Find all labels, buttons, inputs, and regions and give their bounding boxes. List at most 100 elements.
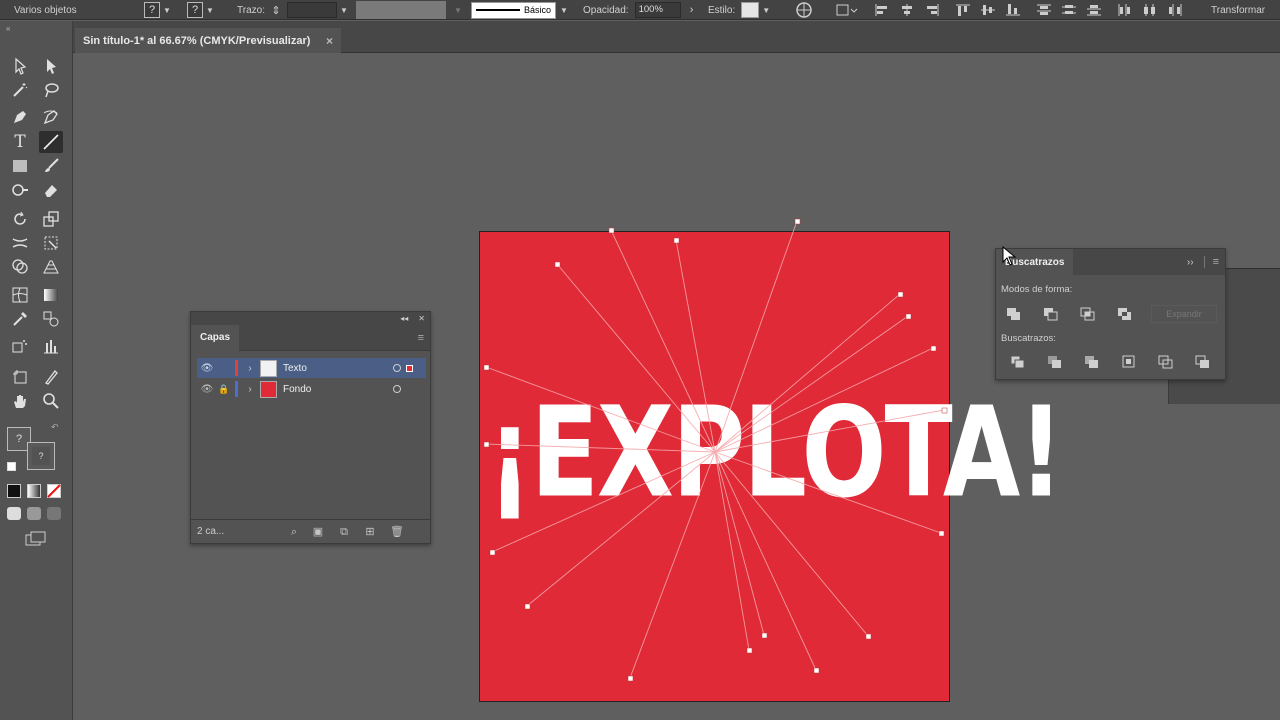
magic-wand-tool[interactable]: [8, 79, 32, 101]
variable-width-field[interactable]: ▼: [356, 0, 462, 20]
new-layer-icon[interactable]: ⊞: [364, 526, 376, 538]
distribute-top-icon[interactable]: [1036, 3, 1052, 17]
gradient-tool[interactable]: [39, 284, 63, 306]
draw-inside-icon[interactable]: [47, 507, 61, 520]
expand-button[interactable]: Expandir: [1151, 305, 1217, 323]
unite-icon[interactable]: [1006, 307, 1022, 321]
crop-icon[interactable]: [1121, 355, 1137, 369]
document-setup-icon[interactable]: [836, 0, 858, 20]
tab-capas[interactable]: Capas: [191, 324, 240, 351]
perspective-grid-tool[interactable]: [39, 256, 63, 278]
selection-tool[interactable]: [8, 55, 32, 77]
align-bottom-icon[interactable]: [1005, 3, 1021, 17]
document-tab[interactable]: Sin título-1* al 66.67% (CMYK/Previsuali…: [75, 28, 341, 53]
visibility-eye-icon[interactable]: 👁: [197, 363, 217, 374]
visibility-eye-icon[interactable]: 👁: [197, 384, 217, 395]
screen-mode-icon[interactable]: [25, 531, 47, 547]
direct-selection-tool[interactable]: [39, 55, 63, 77]
symbol-sprayer-tool[interactable]: [8, 335, 32, 357]
default-fill-stroke-icon[interactable]: [7, 462, 16, 471]
shape-builder-tool[interactable]: [8, 256, 32, 278]
rectangle-tool[interactable]: [8, 155, 32, 177]
collapse-panel-icon[interactable]: ››: [1187, 257, 1194, 268]
close-icon[interactable]: ×: [326, 34, 333, 48]
lasso-tool[interactable]: [39, 79, 63, 101]
free-transform-tool[interactable]: [39, 232, 63, 254]
layer-name[interactable]: Texto: [283, 363, 307, 374]
eyedropper-tool[interactable]: [8, 308, 32, 330]
mesh-tool[interactable]: [8, 284, 32, 306]
align-left-icon[interactable]: [874, 3, 890, 17]
gradient-icon[interactable]: [27, 484, 41, 498]
panel-menu-icon[interactable]: ≡: [1213, 256, 1219, 268]
layer-row-fondo[interactable]: 👁 🔒 › Fondo: [197, 379, 426, 399]
selection-indicator[interactable]: [406, 364, 413, 372]
fill-stroke-widget[interactable]: ? ? ↶: [7, 422, 59, 477]
chevron-right-icon[interactable]: ›: [242, 363, 258, 374]
width-tool[interactable]: [8, 232, 32, 254]
panel-menu-icon[interactable]: ≡: [418, 332, 424, 344]
stroke-indicator[interactable]: ?: [27, 442, 55, 470]
layer-name[interactable]: Fondo: [283, 384, 311, 395]
transform-link[interactable]: Transformar: [1211, 0, 1265, 20]
outline-icon[interactable]: [1158, 355, 1174, 369]
explota-headline[interactable]: ¡EXPLOTA!: [487, 383, 1064, 522]
collapse-toolbar-icon[interactable]: «: [6, 24, 10, 33]
draw-behind-icon[interactable]: [27, 507, 41, 520]
distribute-bottom-icon[interactable]: [1086, 3, 1102, 17]
eraser-tool[interactable]: [39, 179, 63, 201]
trim-icon[interactable]: [1047, 355, 1063, 369]
layers-panel-titlebar[interactable]: ◂◂ ✕: [191, 312, 430, 325]
slice-tool[interactable]: [39, 366, 63, 388]
intersect-icon[interactable]: [1080, 307, 1096, 321]
distribute-center-icon[interactable]: [1061, 3, 1077, 17]
new-sublayer-icon[interactable]: ⧉: [338, 526, 350, 538]
none-icon[interactable]: [47, 484, 61, 498]
align-top-icon[interactable]: [955, 3, 971, 17]
minus-back-icon[interactable]: [1195, 355, 1211, 369]
chevron-down-icon[interactable]: ▼: [762, 6, 770, 15]
search-icon[interactable]: ⌕: [288, 526, 300, 538]
align-center-v-icon[interactable]: [980, 3, 996, 17]
opacity-field[interactable]: 100%: [634, 2, 681, 18]
target-circle-icon[interactable]: [393, 364, 401, 372]
type-tool[interactable]: T: [8, 131, 32, 153]
stroke-swatch[interactable]: ? ▼: [187, 0, 214, 20]
collapse-icon[interactable]: ◂◂: [400, 314, 408, 323]
stepper-icon[interactable]: ⇕: [269, 4, 283, 17]
style-swatch[interactable]: [741, 2, 760, 18]
color-icon[interactable]: [7, 484, 21, 498]
hand-tool[interactable]: [8, 390, 32, 412]
align-center-h-icon[interactable]: [899, 3, 915, 17]
line-segment-tool[interactable]: [39, 131, 63, 153]
scale-tool[interactable]: [39, 208, 63, 230]
chevron-right-icon[interactable]: ›: [242, 384, 258, 395]
blend-tool[interactable]: [39, 308, 63, 330]
chevron-right-icon[interactable]: ›: [685, 4, 699, 16]
merge-icon[interactable]: [1084, 355, 1100, 369]
lock-icon[interactable]: 🔒: [217, 384, 231, 395]
align-right-icon[interactable]: [924, 3, 940, 17]
layer-row-texto[interactable]: 👁 › Texto: [197, 358, 426, 378]
draw-normal-icon[interactable]: [7, 507, 21, 520]
fill-swatch[interactable]: ? ▼: [144, 0, 171, 20]
paintbrush-tool[interactable]: [39, 155, 63, 177]
pen-tool[interactable]: [8, 106, 32, 128]
curvature-tool[interactable]: [39, 106, 63, 128]
recolor-icon[interactable]: [795, 0, 813, 20]
shaper-tool[interactable]: [8, 179, 32, 201]
distribute-left-icon[interactable]: [1117, 3, 1133, 17]
swap-fill-stroke-icon[interactable]: ↶: [51, 422, 59, 433]
rotate-tool[interactable]: [8, 208, 32, 230]
artboard-tool[interactable]: [8, 366, 32, 388]
distribute-right-icon[interactable]: [1167, 3, 1183, 17]
stroke-weight-field[interactable]: [286, 2, 337, 18]
exclude-icon[interactable]: [1117, 307, 1133, 321]
zoom-tool[interactable]: [39, 390, 63, 412]
brush-definition[interactable]: Básico ▼: [471, 0, 568, 20]
distribute-hcenter-icon[interactable]: [1142, 3, 1158, 17]
clipping-mask-icon[interactable]: ▣: [312, 526, 324, 538]
chevron-down-icon[interactable]: ▼: [340, 6, 348, 15]
minus-front-icon[interactable]: [1043, 307, 1059, 321]
column-graph-tool[interactable]: [39, 335, 63, 357]
